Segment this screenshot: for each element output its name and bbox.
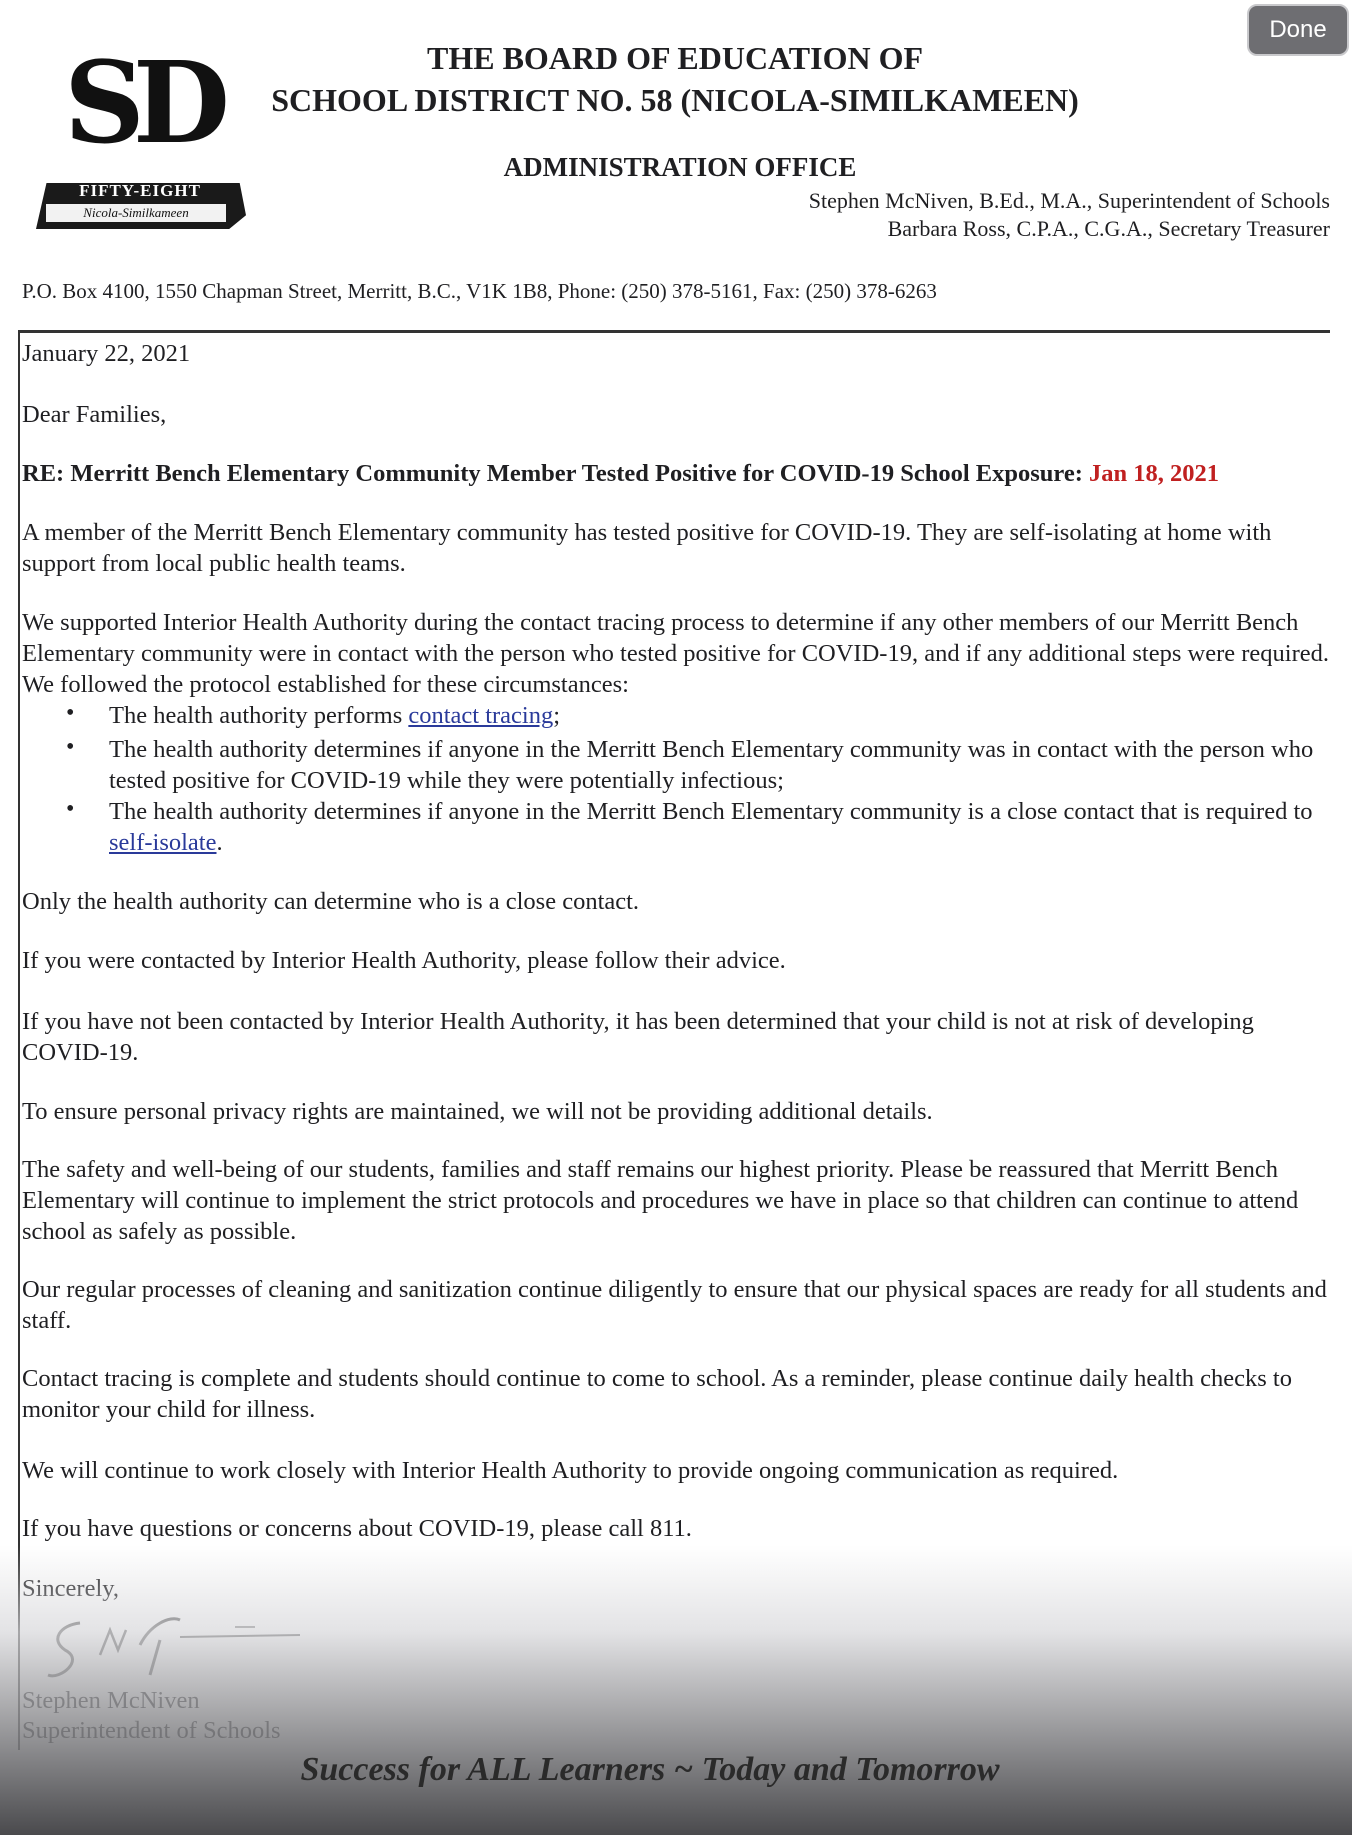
paragraph-6: To ensure personal privacy rights are ma…: [22, 1098, 933, 1125]
signer-name: Stephen McNiven: [22, 1687, 200, 1714]
self-isolate-link[interactable]: self-isolate: [109, 829, 217, 856]
bullet-dot: •: [66, 700, 75, 726]
bullet-item-1: The health authority performs contact tr…: [109, 702, 561, 729]
treasurer-line: Barbara Ross, C.P.A., C.G.A., Secretary …: [887, 216, 1330, 241]
bullet-dot: •: [66, 796, 75, 822]
office-address: P.O. Box 4100, 1550 Chapman Street, Merr…: [22, 279, 937, 303]
logo-banner-subtext: Nicola-Similkameen: [46, 204, 226, 222]
paragraph-4: If you were contacted by Interior Health…: [22, 947, 786, 974]
bullet-item-2: The health authority determines if anyon…: [109, 736, 1314, 794]
letter-date: January 22, 2021: [22, 340, 191, 367]
subject-text: RE: Merritt Bench Elementary Community M…: [22, 460, 1089, 487]
logo-banner-text: FIFTY-EIGHT: [79, 181, 201, 200]
board-title: THE BOARD OF EDUCATION OF: [426, 40, 924, 76]
paragraph-5: If you have not been contacted by Interi…: [22, 1008, 1254, 1066]
done-button[interactable]: Done: [1247, 4, 1349, 56]
exposure-date: Jan 18, 2021: [1089, 460, 1220, 487]
greeting: Dear Families,: [22, 401, 167, 428]
contact-tracing-link[interactable]: contact tracing: [408, 702, 553, 729]
bullet-item-3: The health authority determines if anyon…: [109, 798, 1313, 856]
signer-title: Superintendent of Schools: [22, 1717, 281, 1744]
signature: [47, 1617, 301, 1678]
district-title: SCHOOL DISTRICT NO. 58 (NICOLA-SIMILKAME…: [271, 82, 1079, 118]
office-title: ADMINISTRATION OFFICE: [503, 152, 857, 182]
paragraph-3: Only the health authority can determine …: [22, 888, 640, 915]
paragraph-7: The safety and well-being of our student…: [22, 1156, 1299, 1245]
district-motto: Success for ALL Learners ~ Today and Tom…: [300, 1751, 1000, 1788]
paragraph-8: Our regular processes of cleaning and sa…: [22, 1276, 1327, 1334]
paragraph-1: A member of the Merritt Bench Elementary…: [22, 519, 1272, 577]
paragraph-10: We will continue to work closely with In…: [22, 1457, 1119, 1484]
superintendent-line: Stephen McNiven, B.Ed., M.A., Superinten…: [808, 188, 1330, 213]
paragraph-11: If you have questions or concerns about …: [22, 1515, 692, 1542]
subject-line: RE: Merritt Bench Elementary Community M…: [22, 458, 1332, 489]
paragraph-2: We supported Interior Health Authority d…: [22, 609, 1329, 698]
letter-page: SD FIFTY-EIGHT Nicola-Similkameen THE BO…: [0, 0, 1352, 1835]
bullet-dot: •: [66, 734, 75, 760]
paragraph-9: Contact tracing is complete and students…: [22, 1365, 1292, 1423]
